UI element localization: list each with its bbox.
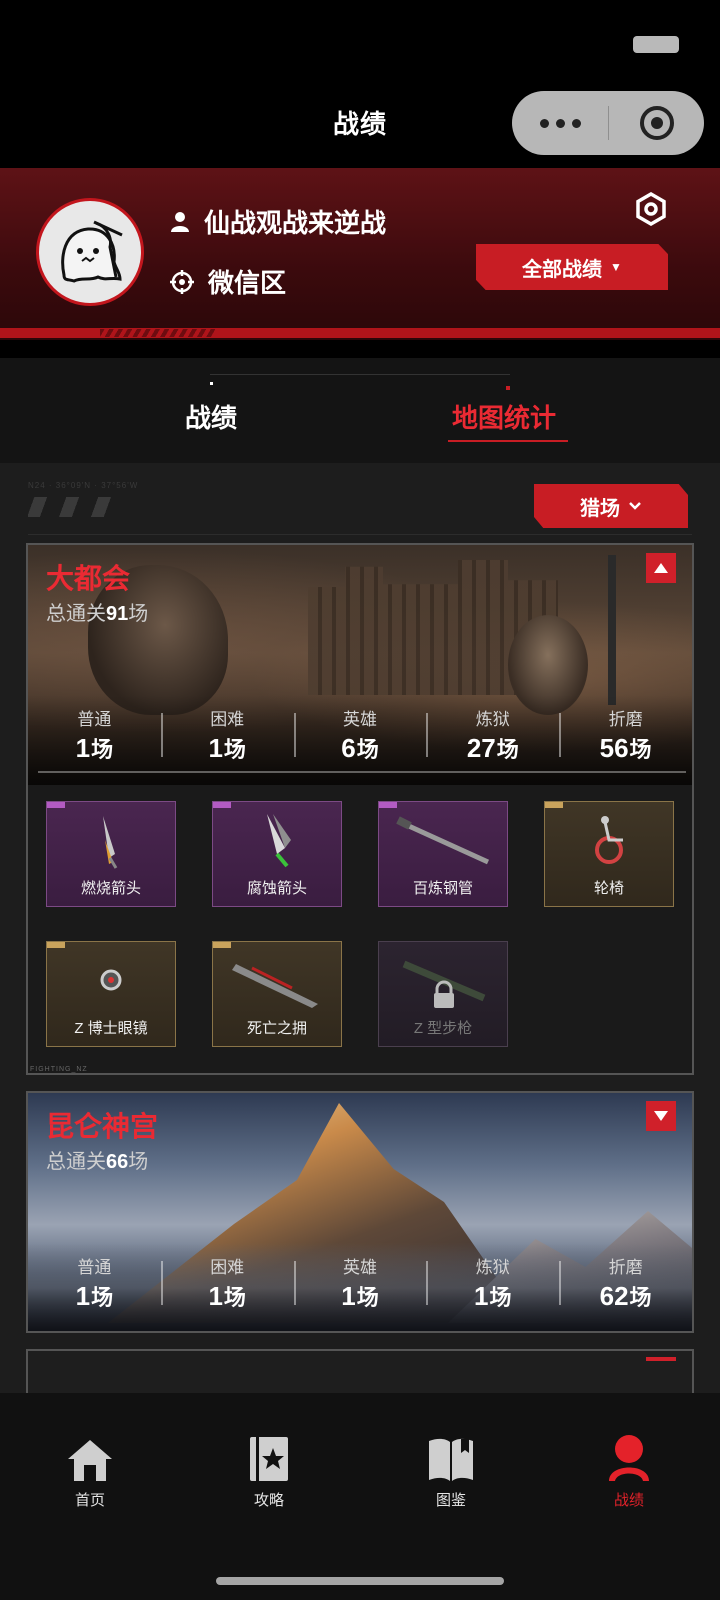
- map-name: 大都会: [46, 563, 131, 594]
- difficulty-torment: 折磨 62场: [559, 1253, 692, 1313]
- item-card-locked[interactable]: Z 型步枪: [378, 941, 508, 1047]
- profile-header: 仙战观战来逆战 微信区 全部战绩 ▼: [0, 168, 720, 340]
- difficulty-normal: 普通 1场: [75, 710, 114, 763]
- item-card[interactable]: 燃烧箭头: [46, 801, 176, 907]
- map-card-next: [26, 1349, 694, 1393]
- map-banner[interactable]: 大都会 总通关91场 普通 1场 困难 1场 英雄 6场 炼狱 27场 折磨 56场: [28, 545, 692, 785]
- difficulty-purgatory: 炼狱 27场: [426, 705, 559, 765]
- player-zone-row: 微信区: [170, 263, 286, 300]
- all-records-button[interactable]: 全部战绩 ▼: [476, 244, 668, 290]
- crosshair-icon: [170, 269, 194, 294]
- status-indicator: [633, 36, 679, 53]
- triangle-down-icon: [654, 1111, 668, 1121]
- map-card-kunlun: 昆仑神宫 总通关66场 普通 1场 困难 1场 英雄 1场 炼狱 1场 折磨 62场: [26, 1091, 694, 1333]
- tab-guide[interactable]: 攻略: [219, 1429, 319, 1510]
- tab-map-stats[interactable]: 地图统计: [452, 398, 556, 435]
- target-icon: [639, 106, 674, 140]
- header-hatch-decoration: [100, 329, 215, 337]
- difficulty-normal: 普通 1场: [75, 1258, 114, 1311]
- banner-divider: [38, 771, 686, 773]
- map-total-clears: 总通关66场: [46, 1151, 149, 1173]
- difficulty-hard: 困难 1场: [160, 1253, 294, 1313]
- avatar[interactable]: [36, 198, 144, 306]
- bottom-tab-bar: 首页 攻略 图鉴 战绩: [0, 1393, 720, 1600]
- filter-row: N24 · 36°09'N · 37°56'W 猎场: [0, 463, 720, 535]
- difficulty-purgatory: 炼狱 1场: [426, 1253, 559, 1313]
- decorative-coordinates: N24 · 36°09'N · 37°56'W: [28, 481, 139, 490]
- ghost-avatar-icon: [61, 220, 123, 283]
- all-records-label: 全部战绩: [522, 258, 603, 281]
- decorative-slashes: [28, 497, 120, 517]
- settings-hex-icon[interactable]: [634, 192, 668, 226]
- difficulty-torment: 折磨 56场: [559, 705, 692, 765]
- tab-home[interactable]: 首页: [40, 1429, 140, 1510]
- expand-toggle[interactable]: [646, 1101, 676, 1131]
- profile-icon: [609, 1435, 649, 1481]
- goggles-icon: [100, 969, 122, 991]
- mode-filter-button[interactable]: 猎场: [534, 484, 688, 528]
- map-total-clears: 总通关91场: [46, 603, 149, 625]
- steel-pipe-icon: [396, 816, 490, 865]
- item-card[interactable]: 死亡之拥: [212, 941, 342, 1047]
- map-banner[interactable]: 昆仑神宫 总通关66场 普通 1场 困难 1场 英雄 1场 炼狱 1场 折磨 62场: [28, 1093, 692, 1331]
- active-tab-underline: [448, 440, 568, 442]
- map-name: 昆仑神宫: [46, 1111, 159, 1142]
- flaming-arrowhead-icon: [103, 816, 118, 869]
- death-embrace-weapon-icon: [232, 964, 318, 1008]
- item-card[interactable]: 轮椅: [544, 801, 674, 907]
- tab-bar-top: 战绩 地图统计: [0, 358, 720, 463]
- tab-records[interactable]: 战绩: [185, 398, 237, 435]
- player-name-row: 仙战观战来逆战: [170, 203, 386, 240]
- map-card-metropolis: 大都会 总通关91场 普通 1场 困难 1场 英雄 6场 炼狱 27场 折磨 56场 燃烧…: [26, 543, 694, 1075]
- difficulty-stats: 普通 1场 困难 1场 英雄 6场 炼狱 27场 折磨 56场: [28, 705, 692, 765]
- miniprogram-capsule: [512, 91, 704, 155]
- difficulty-hard: 困难 1场: [160, 705, 294, 765]
- user-icon: [171, 211, 189, 232]
- guide-book-icon: [250, 1437, 288, 1481]
- triangle-up-icon: [654, 563, 668, 573]
- difficulty-hero: 英雄 1场: [293, 1253, 427, 1313]
- item-card[interactable]: 腐蚀箭头: [212, 801, 342, 907]
- corrosive-arrowhead-icon: [267, 814, 291, 868]
- chevron-down-icon: [629, 502, 641, 510]
- item-card[interactable]: Z 博士眼镜: [46, 941, 176, 1047]
- wheelchair-icon: [595, 816, 623, 864]
- player-zone: 微信区: [208, 268, 287, 298]
- catalog-book-icon: [429, 1438, 473, 1481]
- collapse-toggle[interactable]: [646, 553, 676, 583]
- home-icon: [68, 1440, 112, 1481]
- player-name: 仙战观战来逆战: [204, 208, 387, 238]
- home-indicator: [216, 1577, 504, 1585]
- card-footer-label: FIGHTING_NZ: [30, 1066, 88, 1073]
- map-stats-content: N24 · 36°09'N · 37°56'W 猎场 大都会 总通关91场 普通…: [0, 463, 720, 1393]
- difficulty-stats: 普通 1场 困难 1场 英雄 1场 炼狱 1场 折磨 62场: [28, 1253, 692, 1313]
- lock-icon: [434, 980, 454, 1008]
- mode-filter-label: 猎场: [580, 497, 620, 520]
- item-card[interactable]: 百炼钢管: [378, 801, 508, 907]
- caret-down-icon: ▼: [610, 260, 622, 274]
- more-button[interactable]: [512, 91, 608, 155]
- tab-catalog[interactable]: 图鉴: [401, 1429, 501, 1510]
- drop-items-grid: 燃烧箭头 腐蚀箭头 百炼钢管 轮椅 Z 博士眼镜 死亡之拥 Z 型步枪: [28, 785, 692, 1073]
- tab-records-bottom[interactable]: 战绩: [579, 1429, 679, 1510]
- difficulty-hero: 英雄 6场: [293, 705, 427, 765]
- close-button[interactable]: [609, 91, 704, 155]
